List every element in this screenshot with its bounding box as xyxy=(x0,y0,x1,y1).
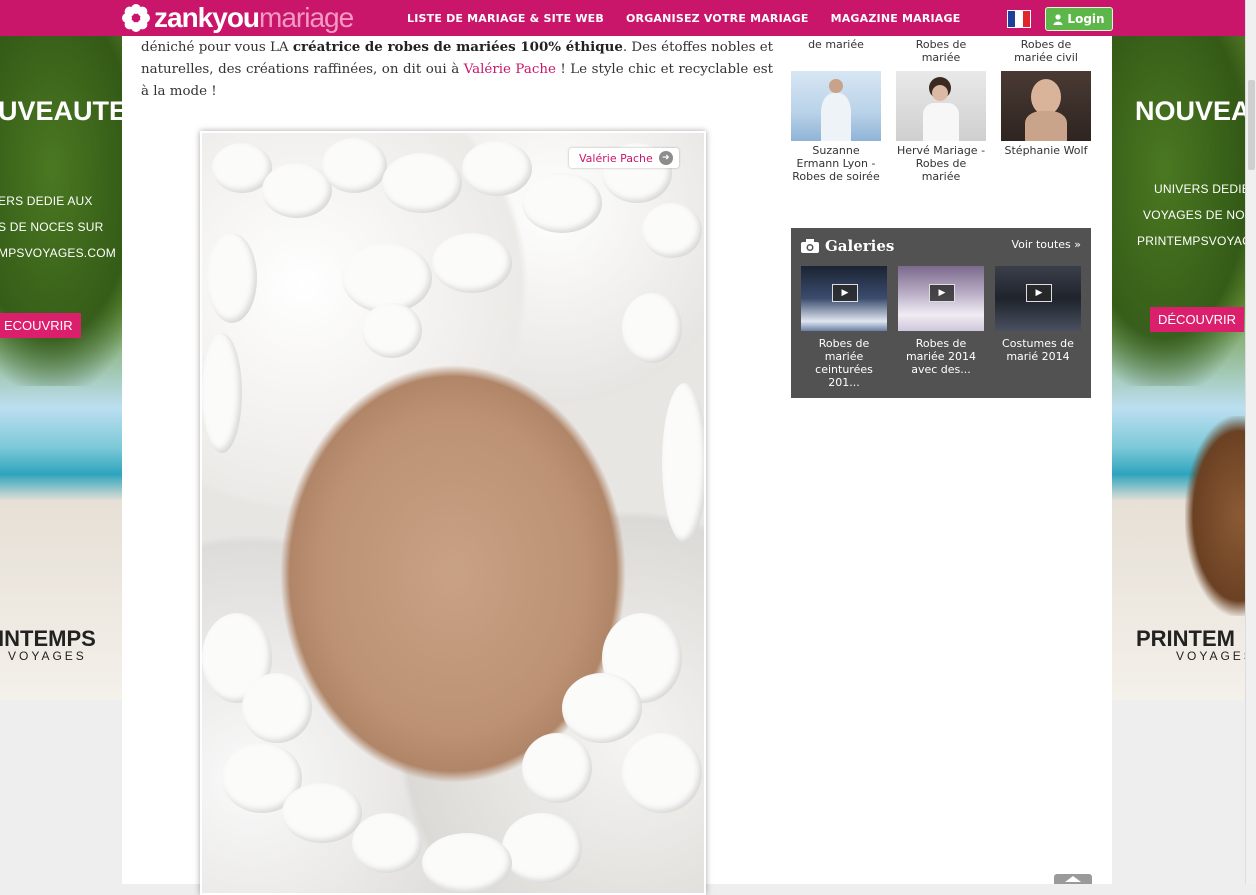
ad-line-3: PRINTEMPSVOYAGES xyxy=(1137,234,1245,248)
ad-brand-sub: VOYAGES xyxy=(8,649,87,663)
logo-text-mariage: mariage xyxy=(259,2,354,33)
thumb-image xyxy=(896,71,986,141)
galeries-widget: Galeries Voir toutes » ▶ Robes de mariée… xyxy=(791,228,1091,398)
nav-organisez-votre-mariage[interactable]: ORGANISEZ VOTRE MARIAGE xyxy=(626,12,809,25)
scrollbar-thumb[interactable] xyxy=(1248,80,1255,170)
thumb-image xyxy=(791,71,881,141)
voir-toutes-link[interactable]: Voir toutes » xyxy=(1011,238,1081,251)
french-flag-icon[interactable] xyxy=(1007,10,1031,28)
camera-icon xyxy=(801,239,819,253)
photo-credit-tag[interactable]: Valérie Pache ➜ xyxy=(569,148,679,168)
nav-magazine-mariage[interactable]: MAGAZINE MARIAGE xyxy=(831,12,961,25)
valerie-pache-link[interactable]: Valérie Pache xyxy=(464,62,556,77)
article-bold-text: créatrice de robes de mariées 100% éthiq… xyxy=(292,39,623,55)
gallery-caption: Robes de mariée ceinturées 201... xyxy=(815,337,873,389)
ad-title: NOUVEAU xyxy=(1135,96,1245,126)
login-button[interactable]: Login xyxy=(1045,7,1113,31)
scroll-to-top-button[interactable] xyxy=(1054,874,1092,884)
ad-line-1: ERS DEDIE AUX xyxy=(0,194,93,208)
thumb-caption: Stéphanie Wolf xyxy=(1004,144,1088,157)
gallery-thumb: ▶ xyxy=(995,266,1081,331)
top-navigation-bar: zankyou mariage LISTE DE MARIAGE & SITE W… xyxy=(0,0,1245,36)
gallery-thumb: ▶ xyxy=(898,266,984,331)
login-label: Login xyxy=(1067,12,1105,26)
galeries-title: Galeries xyxy=(825,237,895,255)
gallery-caption: Costumes de marié 2014 xyxy=(1002,337,1074,363)
play-icon: ▶ xyxy=(929,284,955,302)
wedding-dress-back-photo[interactable]: Valérie Pache ➜ xyxy=(202,133,704,893)
article-text-1: déniché pour vous LA xyxy=(141,40,293,55)
flower-logo-icon xyxy=(122,4,150,32)
photo-credit-label: Valérie Pache xyxy=(579,151,653,165)
nav-liste-de-mariage[interactable]: LISTE DE MARIAGE & SITE WEB xyxy=(407,12,604,25)
thumb-suzanne-ermann[interactable]: Suzanne Ermann Lyon - Robes de soirée xyxy=(791,71,881,183)
page-content: déniché pour vous LA créatrice de robes … xyxy=(122,36,1112,895)
thumb-herve-mariage[interactable]: Hervé Mariage - Robes de mariée xyxy=(896,71,986,183)
thumb-caption-top-2[interactable]: Robes de mariée xyxy=(896,38,986,64)
ad-bag-image xyxy=(1185,416,1245,616)
thumb-caption: Hervé Mariage - Robes de mariée xyxy=(896,144,986,183)
left-ad-banner[interactable]: UVEAUTE ERS DEDIE AUX S DE NOCES SUR MPS… xyxy=(0,36,122,700)
play-icon: ▶ xyxy=(1026,284,1052,302)
thumb-caption: Suzanne Ermann Lyon - Robes de soirée xyxy=(792,144,880,183)
ad-line-1: UNIVERS DEDIE A xyxy=(1154,182,1245,196)
gallery-item-1[interactable]: ▶ Robes de mariée ceinturées 201... xyxy=(801,266,887,389)
right-ad-banner[interactable]: NOUVEAU UNIVERS DEDIE A VOYAGES DE NOCES… xyxy=(1112,36,1245,700)
ad-brand-sub: VOYAGES xyxy=(1176,649,1245,663)
zankyou-logo[interactable]: zankyou mariage xyxy=(121,0,354,36)
arrow-up-icon xyxy=(1065,876,1081,882)
gallery-item-3[interactable]: ▶ Costumes de marié 2014 xyxy=(995,266,1081,363)
ad-title: UVEAUTE xyxy=(0,96,122,126)
ad-cta-button[interactable]: DÉCOUVRIR xyxy=(1150,307,1245,332)
browser-scrollbar[interactable] xyxy=(1245,0,1256,884)
galeries-header: Galeries xyxy=(801,237,894,255)
main-nav: LISTE DE MARIAGE & SITE WEB ORGANISEZ VO… xyxy=(396,0,971,36)
gallery-caption: Robes de mariée 2014 avec des... xyxy=(905,337,977,376)
thumb-caption-top-1[interactable]: de mariée xyxy=(791,38,881,51)
ad-line-2: VOYAGES DE NOCES xyxy=(1143,208,1245,222)
article-paragraph: déniché pour vous LA créatrice de robes … xyxy=(141,36,773,103)
ad-cta-button[interactable]: ECOUVRIR xyxy=(0,313,81,338)
logo-text-zankyou: zankyou xyxy=(154,2,260,33)
article-photo-frame: Valérie Pache ➜ xyxy=(200,131,706,895)
play-icon: ▶ xyxy=(832,284,858,302)
ad-line-2: S DE NOCES SUR xyxy=(0,220,104,234)
thumb-image xyxy=(1001,71,1091,141)
thumb-caption-top-3[interactable]: Robes de mariée civil xyxy=(1001,38,1091,64)
gallery-thumb: ▶ xyxy=(801,266,887,331)
gallery-item-2[interactable]: ▶ Robes de mariée 2014 avec des... xyxy=(898,266,984,376)
thumb-stephanie-wolf[interactable]: Stéphanie Wolf xyxy=(1001,71,1091,157)
user-icon xyxy=(1053,13,1063,25)
ad-line-3: MPSVOYAGES.COM xyxy=(0,246,116,260)
arrow-right-icon: ➜ xyxy=(658,151,673,165)
